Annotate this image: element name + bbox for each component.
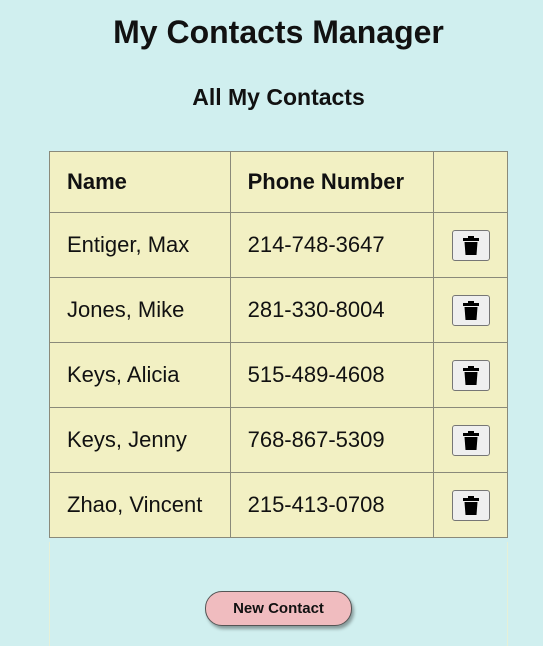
contact-phone: 214-748-3647 xyxy=(229,212,435,278)
table-row: Keys, Alicia 515-489-4608 xyxy=(49,342,508,408)
delete-contact-button[interactable] xyxy=(451,359,490,391)
trash-icon xyxy=(462,235,479,255)
contact-name: Keys, Jenny xyxy=(49,407,231,473)
actions-cell xyxy=(433,407,508,473)
delete-contact-button[interactable] xyxy=(451,424,490,456)
contacts-table: Name Phone Number Entiger, Max 214-748-3… xyxy=(49,151,508,538)
contact-phone: 215-413-0708 xyxy=(229,472,435,538)
contact-name: Zhao, Vincent xyxy=(49,472,231,538)
table-row: Jones, Mike 281-330-8004 xyxy=(49,277,508,343)
contacts-table-container: Name Phone Number Entiger, Max 214-748-3… xyxy=(49,151,508,538)
column-header-name: Name xyxy=(49,151,231,213)
actions-cell xyxy=(433,342,508,408)
contact-phone: 281-330-8004 xyxy=(229,277,435,343)
table-row: Zhao, Vincent 215-413-0708 xyxy=(49,472,508,538)
contact-phone: 515-489-4608 xyxy=(229,342,435,408)
table-row: Entiger, Max 214-748-3647 xyxy=(49,212,508,278)
trash-icon xyxy=(462,495,479,515)
contact-name: Entiger, Max xyxy=(49,212,231,278)
page-title: My Contacts Manager xyxy=(113,14,444,50)
trash-icon xyxy=(462,365,479,385)
contact-name: Keys, Alicia xyxy=(49,342,231,408)
delete-contact-button[interactable] xyxy=(451,294,490,326)
contact-phone: 768-867-5309 xyxy=(229,407,435,473)
trash-icon xyxy=(462,300,479,320)
actions-cell xyxy=(433,212,508,278)
column-header-phone: Phone Number xyxy=(229,151,435,213)
contact-name: Jones, Mike xyxy=(49,277,231,343)
trash-icon xyxy=(462,430,479,450)
delete-contact-button[interactable] xyxy=(451,489,490,521)
page-subtitle: All My Contacts xyxy=(192,84,365,110)
actions-cell xyxy=(433,472,508,538)
table-header-row: Name Phone Number xyxy=(49,151,508,213)
table-row: Keys, Jenny 768-867-5309 xyxy=(49,407,508,473)
actions-cell xyxy=(433,277,508,343)
delete-contact-button[interactable] xyxy=(451,229,490,261)
page: My Contacts Manager All My Contacts Name… xyxy=(0,0,543,646)
new-contact-button[interactable]: New Contact xyxy=(205,591,352,626)
column-header-actions xyxy=(433,151,508,213)
